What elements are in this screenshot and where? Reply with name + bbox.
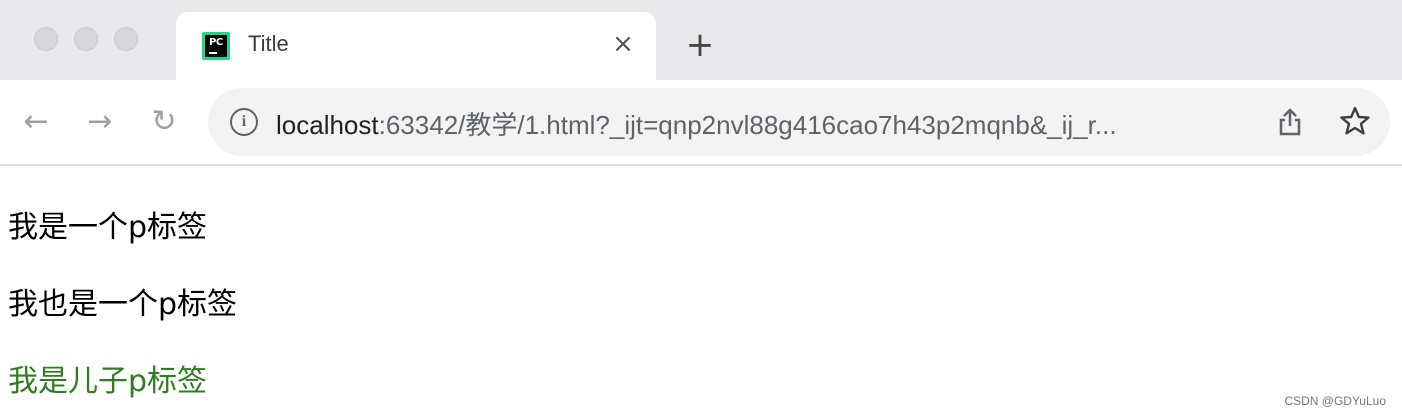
close-tab-icon[interactable]: × [608,29,638,59]
bookmark-star-icon[interactable] [1338,104,1372,138]
paragraph: 我是一个p标签 [8,210,208,245]
watermark: CSDN @GDYuLuo [1284,394,1386,408]
share-icon[interactable] [1274,106,1306,138]
address-bar[interactable]: i localhost:63342/教学/1.html?_ijt=qnp2nvl… [208,88,1390,156]
new-tab-button[interactable]: + [682,28,718,64]
browser-tab[interactable]: PC Title × [176,12,656,80]
url-host: localhost [276,110,379,140]
window-maximize-button[interactable] [114,27,138,51]
url-path: :63342/教学/1.html?_ijt=qnp2nvl88g416cao7h… [378,110,1117,140]
forward-arrow-icon[interactable]: → [80,102,120,142]
pycharm-icon: PC [202,32,230,60]
back-arrow-icon[interactable]: ← [16,102,56,142]
url-text[interactable]: localhost:63342/教学/1.html?_ijt=qnp2nvl88… [276,105,1251,142]
paragraph: 我也是一个p标签 [8,287,238,322]
reload-icon[interactable]: ↻ [144,102,184,142]
browser-toolbar: ← → ↻ i localhost:63342/教学/1.html?_ijt=q… [0,80,1402,166]
window-minimize-button[interactable] [74,27,98,51]
window-close-button[interactable] [34,27,58,51]
info-icon[interactable]: i [230,108,258,136]
tab-title: Title [248,31,289,56]
tab-strip: PC Title × + [0,0,1402,80]
browser-window: PC Title × + ← → ↻ i localhost:63342/教学/… [0,0,1402,416]
page-content: 我是一个p标签 我也是一个p标签 我是儿子p标签 CSDN @GDYuLuo [0,166,1402,416]
child-paragraph: 我是儿子p标签 [8,364,208,399]
